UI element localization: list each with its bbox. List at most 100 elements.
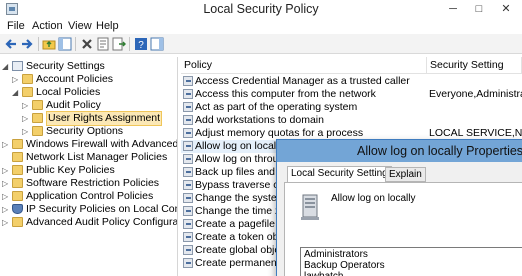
- policy-icon: [183, 206, 193, 216]
- tree-label: Advanced Audit Policy Configuration: [26, 216, 178, 228]
- tree-label: User Rights Assignment: [46, 111, 163, 126]
- properties-icon[interactable]: [96, 37, 110, 51]
- toolbar-separator: [75, 37, 76, 51]
- policy-row[interactable]: Add workstations to domain: [181, 114, 522, 127]
- tree-label: Windows Firewall with Advanced Secu: [26, 138, 178, 150]
- folder-icon: [22, 74, 33, 84]
- folder-icon: [12, 191, 23, 201]
- policy-icon: [183, 102, 193, 112]
- tree-label: Account Policies: [36, 73, 114, 85]
- toolbar-separator: [38, 37, 39, 51]
- navigation-tree: ◢ Security Settings ▷ Account Policies ◢…: [0, 57, 178, 276]
- policy-row[interactable]: Access Credential Manager as a trusted c…: [181, 75, 522, 88]
- up-folder-icon[interactable]: [42, 37, 56, 51]
- tree-label: Local Policies: [36, 86, 101, 98]
- dialog-body: Local Security Setting Explain Allow log…: [277, 162, 522, 276]
- tab-explain[interactable]: Explain: [385, 167, 426, 182]
- tab-local-security-setting[interactable]: Local Security Setting: [287, 166, 392, 183]
- computer-policy-icon: [301, 194, 319, 220]
- tree-label: Security Options: [46, 125, 124, 137]
- security-settings-icon: [12, 61, 23, 71]
- dialog-title-bar[interactable]: Allow log on locally Properties: [277, 140, 522, 162]
- folder-icon: [12, 217, 23, 227]
- mmc-window: Local Security Policy ─ □ ✕ File Action …: [0, 0, 522, 276]
- back-icon[interactable]: [4, 37, 18, 51]
- folder-open-icon: [22, 87, 33, 97]
- menu-help[interactable]: Help: [96, 20, 119, 32]
- menu-bar: File Action View Help: [0, 19, 522, 34]
- folder-icon: [12, 152, 23, 162]
- users-listbox[interactable]: Administrators Backup Operators lawbatch: [300, 247, 522, 276]
- expand-arrow-icon[interactable]: ▷: [2, 216, 10, 229]
- tree-label: Application Control Policies: [26, 190, 154, 202]
- expand-arrow-icon[interactable]: ▷: [2, 190, 10, 203]
- policy-name: Act as part of the operating system: [195, 101, 358, 113]
- folder-icon: [32, 113, 43, 123]
- folder-icon: [32, 126, 43, 136]
- dialog-title: Allow log on locally Properties: [357, 144, 522, 158]
- maximize-button[interactable]: □: [466, 0, 492, 19]
- menu-file[interactable]: File: [7, 20, 25, 32]
- forward-icon[interactable]: [20, 37, 34, 51]
- policy-name: Access this computer from the network: [195, 88, 376, 100]
- column-header-security-setting[interactable]: Security Setting: [427, 57, 522, 74]
- menu-action[interactable]: Action: [32, 20, 63, 32]
- toolbar-separator: [129, 37, 130, 51]
- policy-icon: [183, 141, 193, 151]
- expand-arrow-icon[interactable]: ▷: [12, 73, 20, 86]
- collapse-arrow-icon[interactable]: ◢: [12, 86, 20, 99]
- properties-dialog: Allow log on locally Properties Local Se…: [276, 139, 522, 276]
- policy-icon: [183, 245, 193, 255]
- close-button[interactable]: ✕: [493, 0, 519, 19]
- tree-label: IP Security Policies on Local Compute: [26, 203, 177, 215]
- tab-panel: Allow log on locally Administrators Back…: [284, 182, 522, 276]
- column-header-policy[interactable]: Policy: [181, 57, 427, 74]
- toolbar: ?: [0, 34, 522, 54]
- policy-name: Access Credential Manager as a trusted c…: [195, 75, 410, 87]
- show-hide-tree-icon[interactable]: [58, 37, 72, 51]
- folder-icon: [12, 165, 23, 175]
- help-icon[interactable]: ?: [134, 37, 148, 51]
- policy-icon: [183, 167, 193, 177]
- menu-view[interactable]: View: [68, 20, 92, 32]
- expand-arrow-icon[interactable]: ▷: [2, 203, 10, 216]
- policy-icon: [183, 154, 193, 164]
- policy-icon: [183, 128, 193, 138]
- policy-row[interactable]: Act as part of the operating system: [181, 101, 522, 114]
- policy-row[interactable]: Access this computer from the network Eve…: [181, 88, 522, 101]
- tree-label: Public Key Policies: [26, 164, 115, 176]
- policy-icon: [183, 115, 193, 125]
- collapse-arrow-icon[interactable]: ◢: [2, 60, 10, 73]
- folder-icon: [12, 178, 23, 188]
- expand-arrow-icon[interactable]: ▷: [22, 99, 30, 112]
- policy-name-label: Allow log on locally: [331, 193, 416, 204]
- policy-icon: [183, 76, 193, 86]
- tree-label: Network List Manager Policies: [26, 151, 168, 163]
- tree-label: Software Restriction Policies: [26, 177, 160, 189]
- expand-arrow-icon[interactable]: ▷: [2, 177, 10, 190]
- policy-icon: [183, 232, 193, 242]
- title-bar[interactable]: Local Security Policy ─ □ ✕: [0, 0, 522, 19]
- policy-setting: Everyone,Administrators: [429, 88, 522, 100]
- export-list-icon[interactable]: [112, 37, 126, 51]
- user-entry[interactable]: lawbatch: [304, 271, 343, 276]
- policy-icon: [183, 258, 193, 268]
- svg-text:?: ?: [138, 40, 144, 51]
- expand-arrow-icon[interactable]: ▷: [2, 138, 10, 151]
- expand-arrow-icon[interactable]: ▷: [2, 164, 10, 177]
- ip-security-icon: [12, 204, 23, 214]
- delete-icon[interactable]: [80, 37, 94, 51]
- folder-icon: [12, 139, 23, 149]
- folder-icon: [32, 100, 43, 110]
- policy-icon: [183, 193, 193, 203]
- minimize-button[interactable]: ─: [440, 0, 466, 19]
- user-entry[interactable]: Backup Operators: [304, 260, 385, 271]
- policy-icon: [183, 219, 193, 229]
- show-action-pane-icon[interactable]: [150, 37, 164, 51]
- tree-label: Security Settings: [26, 60, 105, 72]
- policy-name: Add workstations to domain: [195, 114, 324, 126]
- expand-arrow-icon[interactable]: ▷: [22, 125, 30, 138]
- policy-icon: [183, 89, 193, 99]
- user-entry[interactable]: Administrators: [304, 249, 368, 260]
- expand-arrow-icon[interactable]: ▷: [22, 112, 30, 125]
